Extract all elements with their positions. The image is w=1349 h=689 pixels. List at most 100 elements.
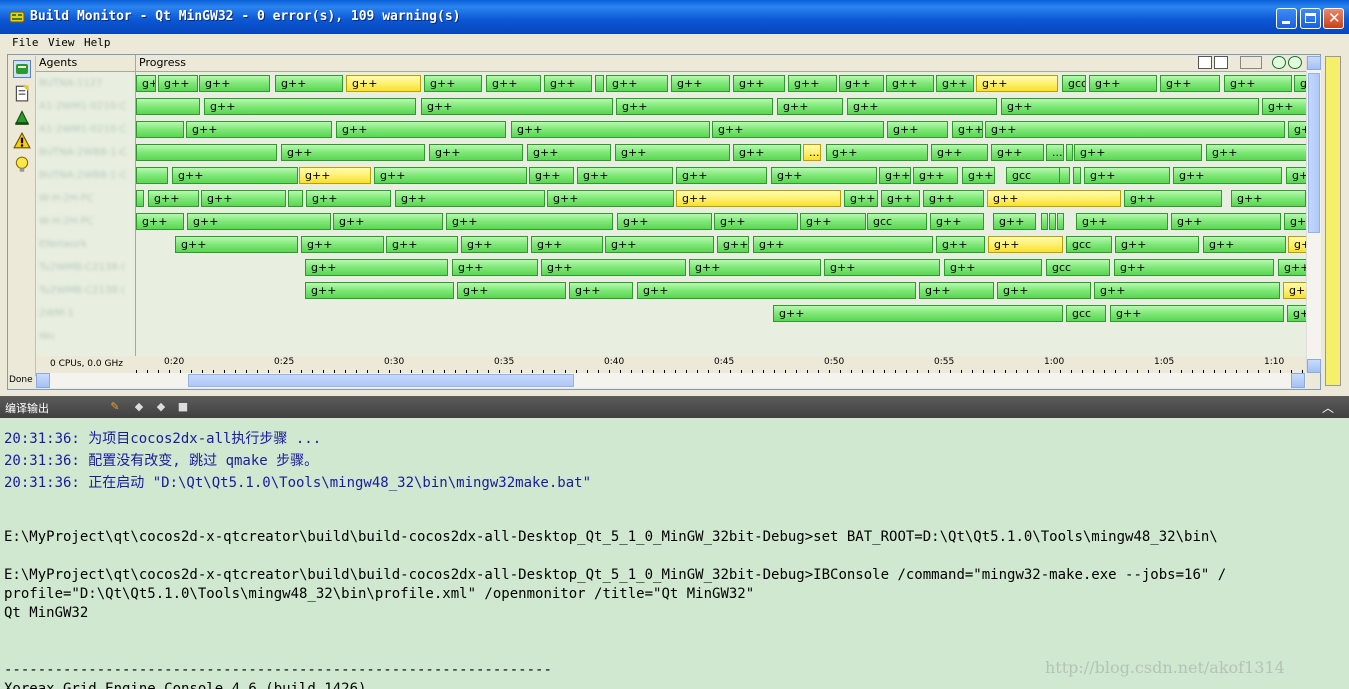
job-bar[interactable] [1057,213,1064,230]
zoom-in-icon[interactable] [1272,56,1286,69]
next-icon[interactable]: ◆ [154,400,168,414]
agent-name[interactable]: Tu2WMB-C2138-( [39,279,135,302]
zoom-out-icon[interactable] [1288,56,1302,69]
filter-icon[interactable]: ✎ [108,400,122,414]
job-bar[interactable]: g++ [1114,259,1274,276]
job-bar-warning[interactable]: g++ [346,75,421,92]
job-bar[interactable]: g++ [712,121,884,138]
job-bar[interactable]: g++ [826,144,928,161]
job-bar[interactable]: g++ [773,305,1063,322]
job-bar[interactable]: g++ [788,75,837,92]
job-bar[interactable]: g++ [1001,98,1259,115]
job-bar[interactable]: g++ [175,236,298,253]
job-bar[interactable]: g++ [569,282,633,299]
job-bar[interactable]: g++ [771,167,877,184]
job-bar[interactable]: g++ [931,144,988,161]
job-bar[interactable]: g++ [1124,190,1222,207]
job-bar[interactable] [136,121,184,138]
job-bar[interactable]: g++ [148,190,199,207]
job-bar[interactable] [1041,213,1048,230]
job-bar[interactable]: g++ [1160,75,1220,92]
job-bar[interactable]: g++ [199,75,270,92]
agents-column-header[interactable]: Agents [36,55,136,72]
job-bar[interactable]: g++ [281,144,425,161]
job-bar[interactable] [595,75,604,92]
agent-name[interactable]: BUTNA-1127 [39,72,135,95]
chart-dropdown-icon[interactable] [1240,56,1262,69]
scroll-right-button[interactable] [1291,373,1305,388]
job-bar[interactable]: g++ [993,213,1036,230]
job-bar[interactable]: g++ [1262,98,1306,115]
job-bar[interactable]: g++ [733,144,801,161]
job-bar[interactable]: g++ [1294,75,1306,92]
agent-name[interactable]: 2WM-1 [39,302,135,325]
view-layout-1-icon[interactable] [1198,56,1212,69]
job-bar[interactable]: g++ [1110,305,1284,322]
job-bar[interactable]: g++ [187,213,331,230]
job-bar[interactable] [1066,144,1073,161]
job-bar[interactable]: g++ [1084,167,1170,184]
job-bar[interactable]: g++ [301,236,384,253]
job-bar-warning[interactable]: g++ [987,190,1121,207]
scroll-down-button[interactable] [1307,359,1321,373]
agent-name[interactable]: A1-2WM1-0210-C [39,95,135,118]
job-bar[interactable]: g++ [1284,213,1306,230]
job-bar[interactable]: g++ [305,282,454,299]
job-bar[interactable]: gcc [1066,305,1106,322]
close-button[interactable]: ✕ [1323,8,1344,29]
job-bar[interactable]: g++ [172,167,298,184]
agent-name[interactable]: Tu2WMB-C2138-( [39,256,135,279]
job-bar[interactable]: g++ [1115,236,1199,253]
agent-name[interactable]: BUTNA-2WB8-1-C [39,164,135,187]
job-bar[interactable]: g++ [676,167,767,184]
job-bar[interactable]: g++ [824,259,940,276]
job-bar[interactable]: g++ [997,282,1091,299]
job-bar[interactable]: g++ [605,236,714,253]
agent-name[interactable]: W-H-2H-PC [39,210,135,233]
job-bar[interactable]: g++ [452,259,538,276]
job-bar[interactable]: g++ [374,167,527,184]
job-bar[interactable]: g++ [714,213,798,230]
job-bar[interactable]: g++ [962,167,995,184]
job-bar[interactable]: g++ [1089,75,1157,92]
job-bar[interactable]: g++ [930,213,984,230]
job-bar[interactable]: g++ [887,121,948,138]
job-bar-warning[interactable]: g++ [1283,282,1306,299]
scroll-up-button[interactable] [1307,56,1321,70]
job-bar[interactable]: g++ [486,75,541,92]
menu-view[interactable]: View [48,36,75,49]
job-bar[interactable]: g++ [1286,167,1306,184]
job-bar[interactable]: g++ [919,282,994,299]
job-bar[interactable]: g++ [333,213,443,230]
job-bar[interactable]: g++ [204,98,416,115]
agent-name[interactable]: A1-2WM1-0210-C [39,118,135,141]
job-bar[interactable]: g++ [158,75,198,92]
job-bar[interactable]: g++ [1094,282,1280,299]
minimize-button[interactable] [1276,8,1297,29]
job-bar[interactable]: g++ [446,213,613,230]
job-bar[interactable]: g++ [689,259,821,276]
job-bar[interactable]: g++ [136,213,184,230]
job-bar[interactable]: g++ [457,282,566,299]
job-bar[interactable]: g++ [1074,144,1202,161]
job-bar[interactable]: g++ [913,167,958,184]
job-bar[interactable]: g++ [991,144,1044,161]
job-bar[interactable]: g++ [544,75,592,92]
job-bar[interactable]: g++ [923,190,984,207]
job-bar[interactable]: g++ [637,282,916,299]
job-bar[interactable]: gcc [1066,236,1112,253]
job-bar-warning[interactable]: g++ [676,190,841,207]
job-bar[interactable]: g++ [1287,305,1306,322]
job-bar[interactable]: g++ [1173,167,1282,184]
network-agent-icon[interactable] [13,108,31,126]
job-bar[interactable]: g++ [186,121,332,138]
job-bar[interactable]: g++ [421,98,613,115]
job-bar[interactable] [136,144,277,161]
job-bar[interactable]: g++ [275,75,343,92]
job-bar[interactable]: g++ [547,190,674,207]
job-bar-warning[interactable]: ... [803,144,821,161]
job-bar[interactable]: g++ [1278,259,1306,276]
job-bar[interactable]: g++ [777,98,843,115]
stop-icon[interactable]: ■ [176,400,190,414]
agents-view-icon[interactable] [13,60,31,78]
